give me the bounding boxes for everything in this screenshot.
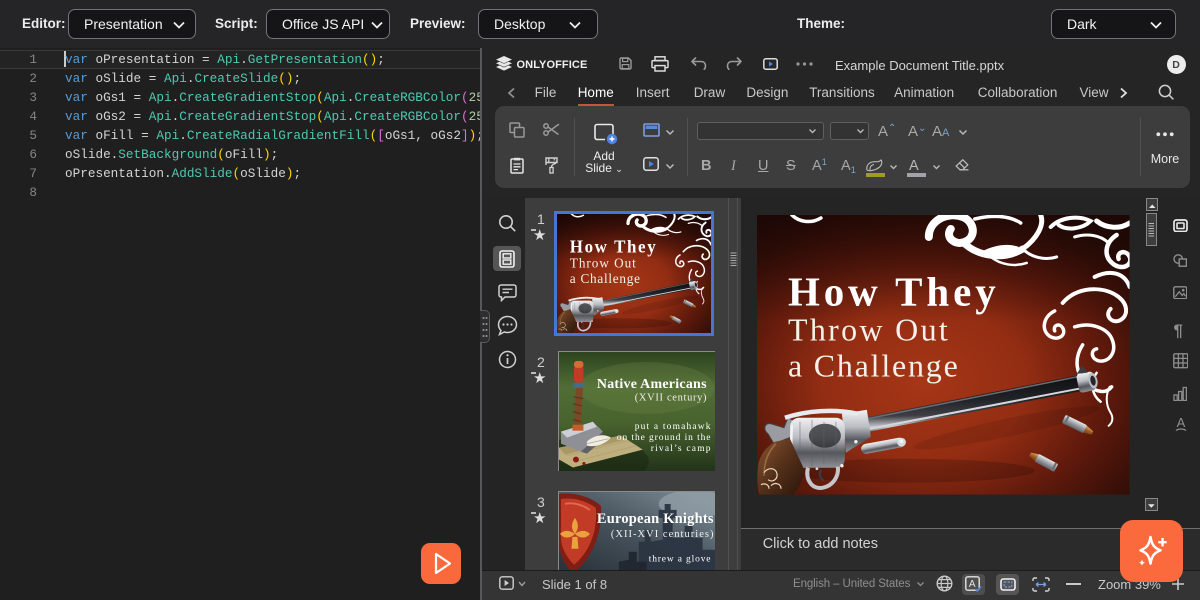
svg-text:A: A [969, 579, 976, 590]
svg-text:A: A [1176, 416, 1185, 430]
